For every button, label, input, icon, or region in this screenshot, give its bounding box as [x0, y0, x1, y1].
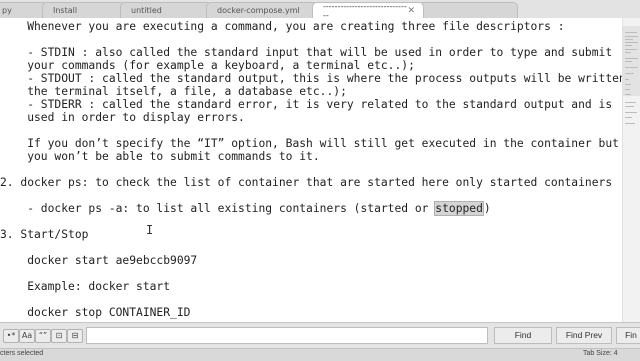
status-bar: cters selected Tab Size: 4 [0, 348, 640, 361]
minimap-line [625, 89, 630, 90]
line-text-after: ) [483, 202, 491, 215]
minimap-line [625, 117, 632, 118]
editor-line: docker start ae9ebccb9097 [0, 254, 198, 267]
tab-py[interactable]: py [0, 2, 48, 18]
find-input[interactable] [86, 327, 488, 344]
minimap-line [625, 79, 629, 80]
tab-untitled[interactable]: untitled [120, 2, 212, 18]
in-selection-toggle[interactable]: ⊟ [67, 329, 83, 343]
tab-label: untitled [131, 6, 162, 15]
minimap-line [625, 36, 638, 37]
editor-line: Whenever you are executing a command, yo… [0, 20, 565, 33]
tab-docker-compose[interactable]: docker-compose.yml [206, 2, 318, 18]
text-editor[interactable]: Whenever you are executing a command, yo… [0, 18, 622, 322]
minimap-line [625, 49, 637, 50]
editor-line: - STDOUT : called the standard output, t… [0, 72, 622, 85]
minimap-line [625, 61, 632, 62]
tab-size-indicator[interactable]: Tab Size: 4 [583, 350, 618, 357]
editor-line: - STDIN : also called the standard input… [0, 46, 613, 59]
minimap-line [625, 73, 634, 74]
find-button[interactable]: Find [494, 327, 552, 344]
editor-line: If you don’t specify the “IT” option, Ba… [0, 137, 619, 150]
editor-line: your commands (for example a keyboard, a… [0, 59, 415, 72]
text-selection[interactable]: stopped [434, 201, 484, 216]
find-prev-button[interactable]: Find Prev [556, 327, 612, 344]
tab-install[interactable]: Install [42, 2, 126, 18]
tab-label: docker-compose.yml [217, 6, 300, 15]
tab-label: ------------------------------- [323, 1, 407, 19]
editor-line: Example: docker start [0, 280, 171, 293]
minimap-line [625, 67, 638, 68]
selection-status: cters selected [0, 350, 44, 357]
editor-line: - STDERR : called the standard error, it… [0, 98, 613, 111]
editor-line: 2. docker ps: to check the list of conta… [0, 176, 613, 189]
close-icon[interactable]: ✕ [407, 6, 415, 16]
find-panel: •* Aa “” ⊡ ⊟ Find Find Prev Fin [0, 322, 640, 349]
minimap-line [625, 42, 638, 43]
line-text: - docker ps -a: to list all existing con… [0, 202, 436, 215]
minimap-line [625, 123, 635, 124]
minimap-line [625, 102, 636, 103]
editor-line: docker stop CONTAINER_ID [0, 306, 191, 319]
editor-line: you won’t be able to submit commands to … [0, 150, 320, 163]
minimap-line [625, 45, 632, 46]
case-sensitive-toggle[interactable]: Aa [19, 329, 35, 343]
wrap-toggle[interactable]: ⊡ [51, 329, 67, 343]
editor-line-selection: - docker ps -a: to list all existing con… [0, 201, 491, 216]
minimap-line [625, 94, 631, 95]
minimap-line [625, 39, 633, 40]
tab-label: py [2, 6, 12, 15]
tab-overflow[interactable] [418, 2, 518, 18]
minimap[interactable] [622, 18, 640, 322]
minimap-line [625, 32, 637, 33]
minimap-line [625, 84, 631, 85]
editor-line: 3. Start/Stop [0, 228, 89, 241]
editor-line: the terminal itself, a file, a database … [0, 85, 347, 98]
ibeam-cursor-icon: I [146, 223, 154, 237]
minimap-line [625, 58, 638, 59]
tab-label: Install [53, 6, 78, 15]
tab-bar: py Install untitled docker-compose.yml -… [0, 0, 640, 19]
minimap-line [625, 52, 631, 53]
editor-line: used in order to display errors. [0, 111, 245, 124]
tab-active-document[interactable]: ------------------------------- ✕ [312, 2, 424, 18]
regex-toggle[interactable]: •* [3, 329, 19, 343]
minimap-line [625, 112, 637, 113]
find-all-button[interactable]: Fin [616, 327, 640, 344]
whole-word-toggle[interactable]: “” [35, 329, 51, 343]
minimap-line [625, 106, 634, 107]
